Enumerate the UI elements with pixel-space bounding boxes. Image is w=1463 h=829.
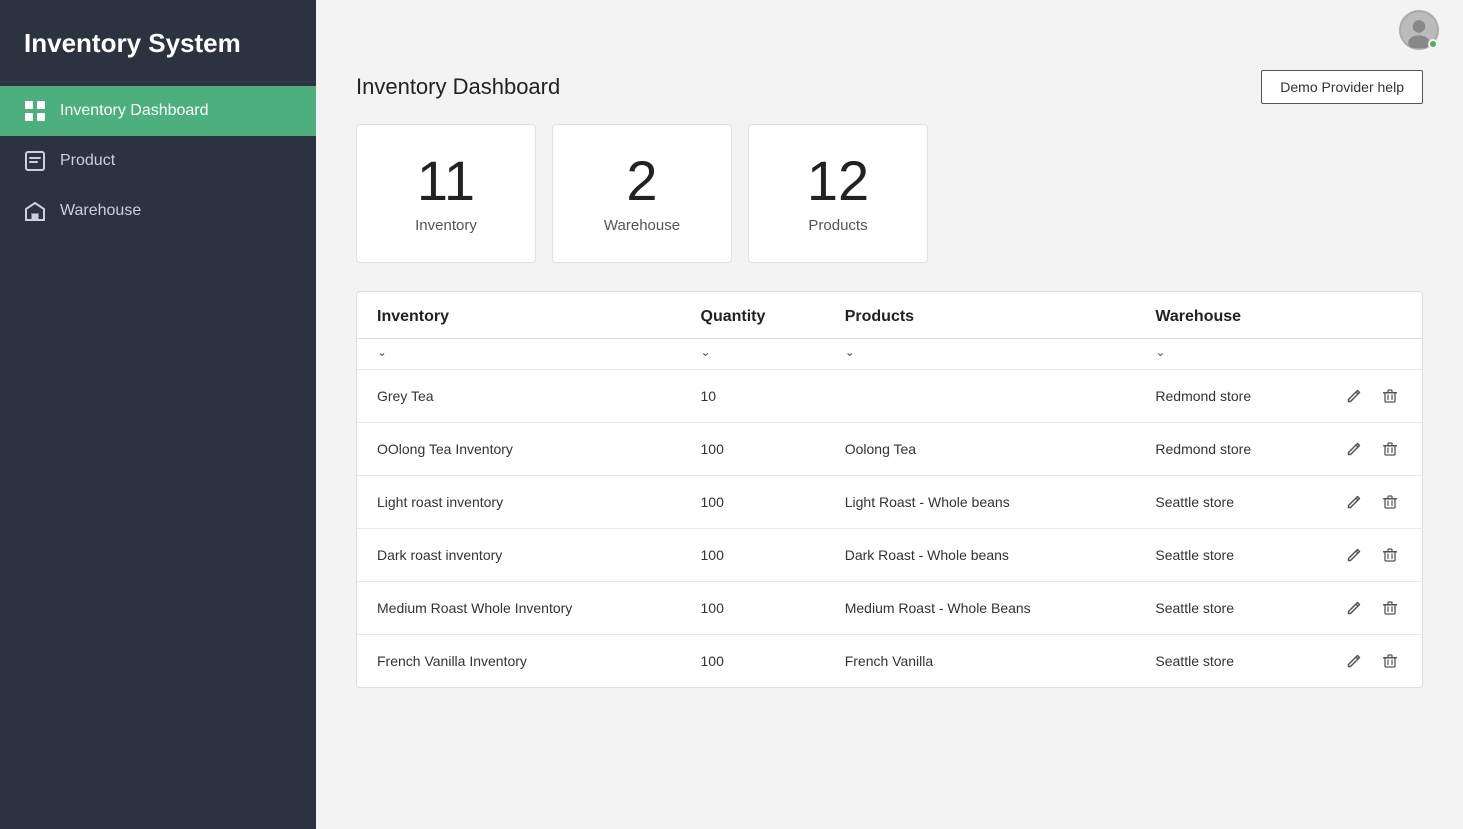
chevron-down-icon: ⌄ [845, 345, 855, 359]
table-row: Medium Roast Whole Inventory100Medium Ro… [357, 582, 1422, 635]
quantity-filter[interactable]: ⌄ [681, 339, 825, 370]
stat-card-products-count: 12 Products [748, 124, 928, 263]
table-row: Light roast inventory100Light Roast - Wh… [357, 476, 1422, 529]
delete-button-3[interactable] [1378, 545, 1402, 565]
page-header: Inventory Dashboard Demo Provider help [356, 70, 1423, 104]
cell-inventory-4: Medium Roast Whole Inventory [357, 582, 681, 635]
cell-products-4: Medium Roast - Whole Beans [825, 582, 1136, 635]
col-header-warehouse: Warehouse [1135, 292, 1322, 339]
sidebar-item-label-product: Product [60, 152, 115, 170]
cell-inventory-5: French Vanilla Inventory [357, 635, 681, 688]
cell-actions-1 [1322, 423, 1422, 476]
dashboard-icon [24, 100, 46, 122]
cell-actions-3 [1322, 529, 1422, 582]
sidebar: Inventory System Inventory Dashboard Pro… [0, 0, 316, 829]
sidebar-item-product[interactable]: Product [0, 136, 316, 186]
filter-row: ⌄ ⌄ ⌄ ⌄ [357, 339, 1422, 370]
cell-quantity-5: 100 [681, 635, 825, 688]
cell-products-2: Light Roast - Whole beans [825, 476, 1136, 529]
stat-label-products-count: Products [789, 217, 887, 234]
stat-label-warehouse-count: Warehouse [593, 217, 691, 234]
stat-card-inventory-count: 11 Inventory [356, 124, 536, 263]
cell-quantity-4: 100 [681, 582, 825, 635]
edit-button-5[interactable] [1342, 651, 1366, 671]
delete-button-0[interactable] [1378, 386, 1402, 406]
cell-actions-2 [1322, 476, 1422, 529]
inventory-table: InventoryQuantityProductsWarehouse ⌄ ⌄ ⌄ ⌄ G… [357, 292, 1422, 687]
inventory-filter[interactable]: ⌄ [357, 339, 681, 370]
cell-quantity-0: 10 [681, 370, 825, 423]
topbar [316, 0, 1463, 60]
content-area: Inventory Dashboard Demo Provider help 1… [316, 60, 1463, 728]
page-title: Inventory Dashboard [356, 74, 560, 100]
chevron-down-icon: ⌄ [1155, 345, 1165, 359]
table-body: ⌄ ⌄ ⌄ ⌄ Grey Tea10 Redmond store [357, 339, 1422, 688]
app-title: Inventory System [0, 0, 316, 82]
delete-button-1[interactable] [1378, 439, 1402, 459]
sidebar-item-dashboard[interactable]: Inventory Dashboard [0, 86, 316, 136]
stat-number-warehouse-count: 2 [593, 153, 691, 209]
cell-quantity-3: 100 [681, 529, 825, 582]
edit-button-1[interactable] [1342, 439, 1366, 459]
cell-inventory-2: Light roast inventory [357, 476, 681, 529]
user-avatar[interactable] [1399, 10, 1439, 50]
cell-warehouse-3: Seattle store [1135, 529, 1322, 582]
table-row: Grey Tea10 Redmond store [357, 370, 1422, 423]
cell-warehouse-2: Seattle store [1135, 476, 1322, 529]
inventory-table-container: InventoryQuantityProductsWarehouse ⌄ ⌄ ⌄ ⌄ G… [356, 291, 1423, 688]
cell-inventory-0: Grey Tea [357, 370, 681, 423]
table-row: French Vanilla Inventory100French Vanill… [357, 635, 1422, 688]
cell-warehouse-0: Redmond store [1135, 370, 1322, 423]
col-header-products: Products [825, 292, 1136, 339]
warehouse-filter[interactable]: ⌄ [1135, 339, 1322, 370]
col-header-quantity: Quantity [681, 292, 825, 339]
stat-cards: 11 Inventory 2 Warehouse 12 Products [356, 124, 1423, 263]
cell-products-1: Oolong Tea [825, 423, 1136, 476]
cell-actions-4 [1322, 582, 1422, 635]
cell-products-0 [825, 370, 1136, 423]
sidebar-item-label-warehouse: Warehouse [60, 202, 141, 220]
main-content: Inventory Dashboard Demo Provider help 1… [316, 0, 1463, 829]
navigation: Inventory Dashboard Product Warehouse [0, 86, 316, 236]
col-header-actions [1322, 292, 1422, 339]
delete-button-5[interactable] [1378, 651, 1402, 671]
cell-inventory-3: Dark roast inventory [357, 529, 681, 582]
cell-warehouse-4: Seattle store [1135, 582, 1322, 635]
chevron-down-icon: ⌄ [377, 345, 387, 359]
sidebar-item-warehouse[interactable]: Warehouse [0, 186, 316, 236]
cell-quantity-2: 100 [681, 476, 825, 529]
delete-button-2[interactable] [1378, 492, 1402, 512]
product-icon [24, 150, 46, 172]
stat-number-products-count: 12 [789, 153, 887, 209]
table-row: OOlong Tea Inventory100Oolong TeaRedmond… [357, 423, 1422, 476]
cell-inventory-1: OOlong Tea Inventory [357, 423, 681, 476]
sidebar-item-label-dashboard: Inventory Dashboard [60, 102, 209, 120]
table-row: Dark roast inventory100Dark Roast - Whol… [357, 529, 1422, 582]
edit-button-2[interactable] [1342, 492, 1366, 512]
cell-warehouse-1: Redmond store [1135, 423, 1322, 476]
demo-help-button[interactable]: Demo Provider help [1261, 70, 1423, 104]
stat-number-inventory-count: 11 [397, 153, 495, 209]
cell-warehouse-5: Seattle store [1135, 635, 1322, 688]
warehouse-icon [24, 200, 46, 222]
online-indicator [1428, 39, 1438, 49]
cell-products-5: French Vanilla [825, 635, 1136, 688]
filter-actions-empty [1322, 339, 1422, 370]
cell-actions-0 [1322, 370, 1422, 423]
stat-label-inventory-count: Inventory [397, 217, 495, 234]
stat-card-warehouse-count: 2 Warehouse [552, 124, 732, 263]
delete-button-4[interactable] [1378, 598, 1402, 618]
col-header-inventory: Inventory [357, 292, 681, 339]
products-filter[interactable]: ⌄ [825, 339, 1136, 370]
table-head: InventoryQuantityProductsWarehouse [357, 292, 1422, 339]
chevron-down-icon: ⌄ [701, 345, 711, 359]
cell-products-3: Dark Roast - Whole beans [825, 529, 1136, 582]
edit-button-0[interactable] [1342, 386, 1366, 406]
cell-quantity-1: 100 [681, 423, 825, 476]
edit-button-3[interactable] [1342, 545, 1366, 565]
edit-button-4[interactable] [1342, 598, 1366, 618]
table-header-row: InventoryQuantityProductsWarehouse [357, 292, 1422, 339]
cell-actions-5 [1322, 635, 1422, 688]
